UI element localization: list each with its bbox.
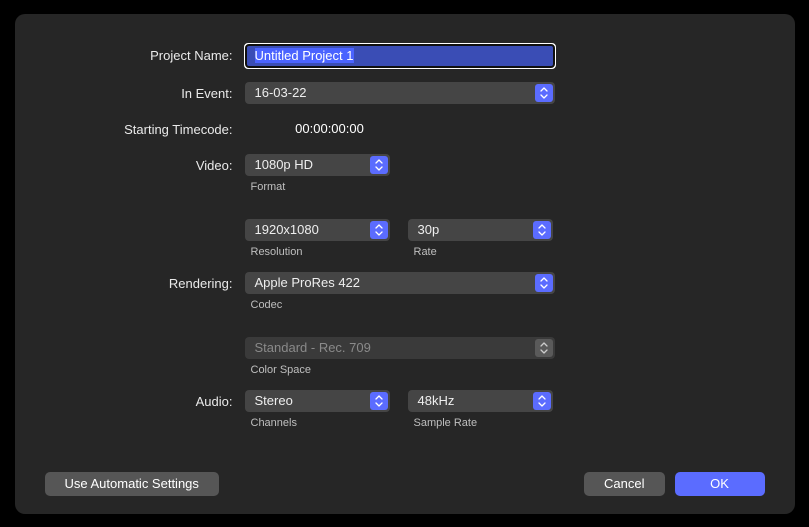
updown-icon bbox=[370, 156, 388, 174]
channels-sublabel: Channels bbox=[245, 417, 390, 429]
video-label: Video: bbox=[45, 154, 245, 173]
resolution-value: 1920x1080 bbox=[255, 222, 319, 237]
ok-button[interactable]: OK bbox=[675, 472, 765, 496]
resolution-sublabel: Resolution bbox=[245, 246, 390, 258]
event-select-value: 16-03-22 bbox=[255, 85, 307, 100]
event-select[interactable]: 16-03-22 bbox=[245, 82, 555, 104]
updown-icon bbox=[533, 221, 551, 239]
sample-rate-value: 48kHz bbox=[418, 393, 455, 408]
rate-select[interactable]: 30p bbox=[408, 219, 553, 241]
rendering-label: Rendering: bbox=[45, 272, 245, 291]
video-format-select[interactable]: 1080p HD bbox=[245, 154, 390, 176]
sample-rate-sublabel: Sample Rate bbox=[408, 417, 553, 429]
cancel-button[interactable]: Cancel bbox=[584, 472, 664, 496]
updown-icon bbox=[533, 392, 551, 410]
audio-channels-select[interactable]: Stereo bbox=[245, 390, 390, 412]
settings-form: Project Name: In Event: 16-03-22 Startin… bbox=[45, 44, 765, 464]
color-space-select: Standard - Rec. 709 bbox=[245, 337, 555, 359]
starting-timecode-label: Starting Timecode: bbox=[45, 118, 245, 137]
updown-icon bbox=[535, 274, 553, 292]
resolution-select[interactable]: 1920x1080 bbox=[245, 219, 390, 241]
updown-icon bbox=[370, 221, 388, 239]
sample-rate-select[interactable]: 48kHz bbox=[408, 390, 553, 412]
color-space-sublabel: Color Space bbox=[245, 364, 765, 376]
rate-sublabel: Rate bbox=[408, 246, 553, 258]
project-settings-dialog: Project Name: In Event: 16-03-22 Startin… bbox=[15, 14, 795, 514]
project-name-label: Project Name: bbox=[45, 44, 245, 63]
updown-icon bbox=[370, 392, 388, 410]
codec-sublabel: Codec bbox=[245, 299, 765, 311]
in-event-label: In Event: bbox=[45, 82, 245, 101]
starting-timecode-input[interactable] bbox=[245, 118, 415, 140]
project-name-input[interactable] bbox=[245, 44, 555, 68]
format-sublabel: Format bbox=[245, 181, 765, 193]
video-format-value: 1080p HD bbox=[255, 157, 314, 172]
rate-value: 30p bbox=[418, 222, 440, 237]
dialog-footer: Use Automatic Settings Cancel OK bbox=[45, 472, 765, 496]
updown-icon bbox=[535, 84, 553, 102]
audio-label: Audio: bbox=[45, 390, 245, 409]
updown-icon bbox=[535, 339, 553, 357]
color-space-value: Standard - Rec. 709 bbox=[255, 340, 371, 355]
use-automatic-settings-button[interactable]: Use Automatic Settings bbox=[45, 472, 219, 496]
codec-value: Apple ProRes 422 bbox=[255, 275, 361, 290]
audio-channels-value: Stereo bbox=[255, 393, 293, 408]
codec-select[interactable]: Apple ProRes 422 bbox=[245, 272, 555, 294]
